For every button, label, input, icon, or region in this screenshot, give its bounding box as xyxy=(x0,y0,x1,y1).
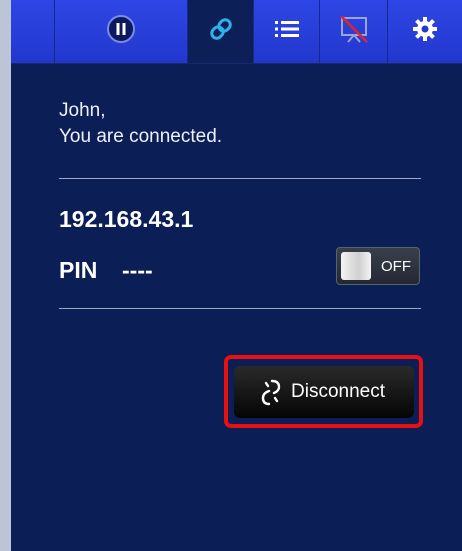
connection-panel: John, You are connected. 192.168.43.1 PI… xyxy=(11,0,462,551)
list-button[interactable] xyxy=(253,0,319,63)
toggle-state-label: OFF xyxy=(381,258,411,275)
presentation-off-icon xyxy=(337,12,371,51)
pause-icon xyxy=(106,14,136,49)
broken-link-icon xyxy=(258,377,284,412)
connection-tab[interactable] xyxy=(187,0,253,63)
gear-icon xyxy=(411,15,439,48)
toolbar xyxy=(11,0,462,64)
pin-value: ---- xyxy=(122,257,153,283)
link-icon xyxy=(206,14,236,49)
ip-address: 192.168.43.1 xyxy=(59,206,194,232)
divider xyxy=(59,308,421,309)
presentation-toggle-button[interactable] xyxy=(319,0,387,63)
pause-button[interactable] xyxy=(54,0,187,63)
disconnect-label: Disconnect xyxy=(291,381,385,402)
disconnect-button[interactable]: Disconnect xyxy=(234,366,414,418)
connection-content: John, You are connected. 192.168.43.1 PI… xyxy=(11,64,462,551)
pin-label: PIN xyxy=(59,257,98,283)
pin-toggle-switch[interactable]: OFF xyxy=(336,247,420,285)
divider xyxy=(59,178,421,179)
user-greeting: John, xyxy=(59,100,106,121)
toggle-knob[interactable] xyxy=(341,252,371,280)
connection-status: You are connected. xyxy=(59,126,223,147)
list-icon xyxy=(272,16,302,47)
settings-button[interactable] xyxy=(387,0,462,63)
